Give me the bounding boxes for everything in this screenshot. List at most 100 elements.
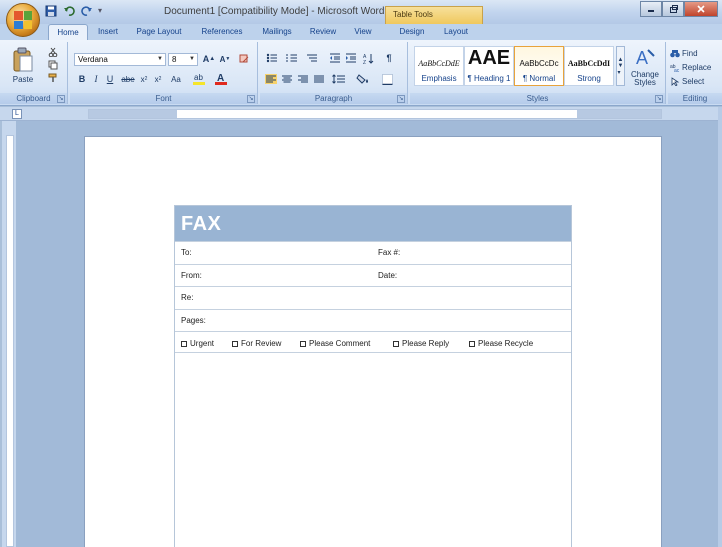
format-painter-icon[interactable]: [46, 72, 60, 84]
align-left-icon[interactable]: [264, 72, 278, 86]
bold-icon[interactable]: B: [76, 73, 88, 85]
fax-title: FAX: [175, 206, 571, 241]
strikethrough-icon[interactable]: abe: [120, 73, 136, 85]
redo-icon[interactable]: [80, 4, 94, 18]
check-please-reply[interactable]: Please Reply: [393, 339, 449, 348]
horizontal-ruler[interactable]: L: [0, 107, 722, 121]
check-urgent[interactable]: Urgent: [181, 339, 214, 348]
clipboard-launcher[interactable]: ↘: [57, 95, 65, 103]
fax-row-pages[interactable]: Pages:: [175, 308, 571, 332]
style-normal[interactable]: AaBbCcDc ¶ Normal: [514, 46, 564, 86]
replace-button[interactable]: ab ac Replace: [670, 61, 720, 73]
check-urgent-label: Urgent: [190, 339, 215, 348]
font-color-icon[interactable]: A: [212, 71, 230, 85]
quick-access-toolbar: ▾: [44, 4, 104, 18]
style-normal-name: ¶ Normal: [522, 74, 556, 83]
font-launcher[interactable]: ↘: [247, 95, 255, 103]
save-icon[interactable]: [44, 4, 58, 18]
multilevel-list-icon[interactable]: [304, 51, 320, 65]
styles-launcher[interactable]: ↘: [655, 95, 663, 103]
show-formatting-icon[interactable]: ¶: [382, 51, 396, 65]
change-case-icon[interactable]: Aa: [168, 73, 184, 85]
tab-home[interactable]: Home: [48, 24, 88, 40]
title-bar: ▾ Document1 [Compatibility Mode] - Micro…: [0, 0, 722, 25]
style-emphasis[interactable]: AaBbCcDdE Emphasis: [414, 46, 464, 86]
copy-icon[interactable]: [46, 59, 60, 71]
tab-page-layout[interactable]: Page Layout: [128, 24, 190, 40]
paragraph-launcher[interactable]: ↘: [397, 95, 405, 103]
clear-formatting-icon[interactable]: [236, 52, 252, 66]
paragraph-group: AZ ¶ Paragraph ↘: [260, 42, 408, 104]
justify-icon[interactable]: [312, 72, 326, 86]
fax-form-table[interactable]: FAX To: Fax #: From: Date: Re: Pages: Ur…: [174, 205, 572, 547]
bullets-icon[interactable]: [264, 51, 280, 65]
font-group: Verdana ▼ 8 ▼ A ▲ A ▼ B I U abe x2 x2 Aa a…: [70, 42, 258, 104]
decrease-indent-icon[interactable]: [328, 51, 342, 65]
numbering-icon[interactable]: [284, 51, 300, 65]
select-cursor-icon: [671, 76, 680, 86]
styles-scroll[interactable]: ▲ ▼ ▾: [616, 46, 625, 86]
office-logo-icon: [14, 11, 32, 29]
style-heading-1[interactable]: AAE ¶ Heading 1: [464, 46, 514, 86]
subscript-icon[interactable]: x2: [138, 73, 150, 85]
select-button[interactable]: Select: [670, 75, 720, 87]
fax-row-from[interactable]: From: Date:: [175, 263, 571, 287]
tab-design[interactable]: Design: [390, 24, 434, 40]
styles-group: AaBbCcDdE Emphasis AAE ¶ Heading 1 AaBbC…: [410, 42, 666, 104]
check-for-review[interactable]: For Review: [232, 339, 281, 348]
grow-font-icon[interactable]: A ▲: [202, 52, 216, 66]
paste-icon[interactable]: [10, 46, 36, 74]
font-name-combo[interactable]: Verdana ▼: [74, 53, 166, 66]
cut-icon[interactable]: [46, 46, 60, 58]
highlight-icon[interactable]: ab: [190, 71, 208, 85]
check-please-recycle[interactable]: Please Recycle: [469, 339, 533, 348]
tab-selector[interactable]: L: [12, 109, 22, 119]
borders-icon[interactable]: [378, 72, 396, 86]
font-size-combo[interactable]: 8 ▼: [168, 53, 198, 66]
align-right-icon[interactable]: [296, 72, 310, 86]
line-spacing-icon[interactable]: [330, 72, 348, 86]
style-strong[interactable]: AaBbCcDdI Strong: [564, 46, 614, 86]
undo-icon[interactable]: [62, 4, 76, 18]
tab-view[interactable]: View: [346, 24, 380, 40]
style-normal-sample: AaBbCcDc: [519, 59, 559, 68]
sort-icon[interactable]: AZ: [362, 51, 376, 65]
align-center-icon[interactable]: [280, 72, 294, 86]
font-size-value: 8: [172, 55, 177, 64]
tab-layout[interactable]: Layout: [436, 24, 476, 40]
qat-customize-icon[interactable]: ▾: [98, 4, 104, 18]
office-button[interactable]: [6, 3, 40, 37]
fax-row-re[interactable]: Re:: [175, 286, 571, 309]
ribbon: Paste Clipboard ↘ Verdana ▼ 8 ▼ A ▲ A ▼ B …: [0, 40, 722, 106]
replace-label: Replace: [682, 62, 712, 72]
paste-button[interactable]: Paste: [8, 74, 38, 84]
tab-mailings[interactable]: Mailings: [254, 24, 300, 40]
tab-references[interactable]: References: [192, 24, 252, 40]
vertical-scrollbar[interactable]: [718, 107, 722, 547]
style-emphasis-name: Emphasis: [421, 74, 457, 83]
minimize-button[interactable]: [640, 1, 662, 17]
ruler-track: [88, 109, 662, 119]
close-button[interactable]: [684, 1, 718, 17]
style-heading-1-sample: AAE: [467, 47, 511, 69]
change-styles-icon[interactable]: A: [628, 46, 662, 68]
shrink-font-icon[interactable]: A ▼: [218, 52, 232, 66]
restore-button[interactable]: [662, 1, 684, 17]
underline-icon[interactable]: U: [104, 73, 116, 85]
check-please-comment[interactable]: Please Comment: [300, 339, 370, 348]
window-controls: [640, 1, 718, 17]
superscript-icon[interactable]: x2: [152, 73, 164, 85]
find-button[interactable]: Find: [670, 47, 720, 59]
replace-icon: abac: [670, 64, 680, 72]
increase-indent-icon[interactable]: [344, 51, 358, 65]
fax-row-to[interactable]: To: Fax #:: [175, 241, 571, 264]
from-label: From:: [181, 270, 202, 280]
tab-insert[interactable]: Insert: [90, 24, 126, 40]
font-name-value: Verdana: [78, 55, 108, 64]
svg-text:ac: ac: [674, 68, 680, 72]
tab-review[interactable]: Review: [302, 24, 344, 40]
shading-icon[interactable]: [354, 72, 372, 86]
italic-icon[interactable]: I: [90, 73, 102, 85]
change-styles-button[interactable]: Change Styles: [626, 70, 664, 88]
vertical-ruler[interactable]: [2, 121, 16, 547]
